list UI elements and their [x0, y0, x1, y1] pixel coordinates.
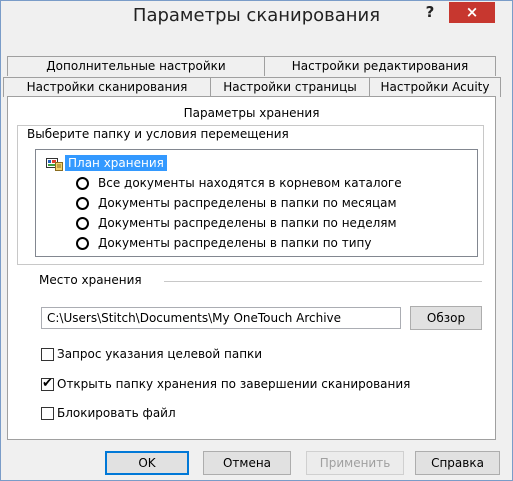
tab-advanced-settings[interactable]: Дополнительные настройки [7, 56, 265, 76]
checkbox-label: Блокировать файл [57, 406, 176, 420]
open-folder-checkbox[interactable]: ✔ Открыть папку хранения по завершении с… [41, 376, 410, 392]
tab-acuity-settings[interactable]: Настройки Acuity [369, 77, 501, 97]
storage-option-type[interactable]: Документы распределены в папки по типу [76, 234, 371, 252]
storage-plan-icon [46, 157, 63, 171]
browse-button[interactable]: Обзор [410, 306, 482, 330]
storage-option-week[interactable]: Документы распределены в папки по неделя… [76, 214, 397, 232]
checkbox-box[interactable] [41, 347, 54, 361]
storage-option-month[interactable]: Документы распределены в папки по месяца… [76, 194, 397, 212]
radio-icon [76, 196, 89, 210]
ok-button[interactable]: OK [105, 451, 189, 475]
tree-root[interactable]: План хранения [46, 154, 167, 172]
option-label: Документы распределены в папки по типу [98, 236, 372, 250]
checkbox-box[interactable]: ✔ [41, 375, 54, 391]
tab-scan-settings[interactable]: Настройки сканирования [3, 77, 211, 97]
radio-icon [76, 176, 89, 190]
option-label: Документы распределены в папки по неделя… [98, 216, 397, 230]
panel-title: Параметры хранения [183, 106, 320, 120]
divider [164, 281, 482, 282]
tab-editing-settings[interactable]: Настройки редактирования [264, 56, 496, 76]
checkbox-label: Открыть папку хранения по завершении ска… [57, 377, 411, 391]
storage-location-label: Место хранения [39, 273, 142, 287]
cancel-button[interactable]: Отмена [203, 451, 291, 475]
lock-file-checkbox[interactable]: Блокировать файл [41, 405, 176, 421]
destination-group-label: Выберите папку и условия перемещения [25, 127, 291, 141]
help-icon[interactable]: ? [419, 3, 441, 25]
tree-root-label: План хранения [65, 155, 167, 171]
prompt-destination-checkbox[interactable]: Запрос указания целевой папки [41, 346, 262, 362]
scan-options-dialog: Параметры сканирования ? × Дополнительны… [0, 0, 513, 481]
close-icon[interactable]: × [449, 2, 495, 23]
storage-plan-tree[interactable]: План хранения Все документы находятся в … [35, 149, 478, 257]
option-label: Все документы находятся в корневом катал… [98, 176, 402, 190]
radio-icon [76, 236, 89, 250]
checkmark-icon: ✔ [42, 375, 53, 391]
checkbox-label: Запрос указания целевой папки [57, 347, 263, 361]
storage-option-root[interactable]: Все документы находятся в корневом катал… [76, 174, 402, 192]
apply-button[interactable]: Применить [306, 451, 404, 475]
option-label: Документы распределены в папки по месяца… [98, 196, 397, 210]
radio-icon [76, 216, 89, 230]
help-button[interactable]: Справка [415, 451, 500, 475]
tab-page-settings[interactable]: Настройки страницы [210, 77, 370, 97]
title-bar: Параметры сканирования ? × [1, 1, 512, 35]
checkbox-box[interactable] [41, 406, 54, 420]
storage-path-field[interactable]: C:\Users\Stitch\Documents\My OneTouch Ar… [41, 307, 401, 329]
